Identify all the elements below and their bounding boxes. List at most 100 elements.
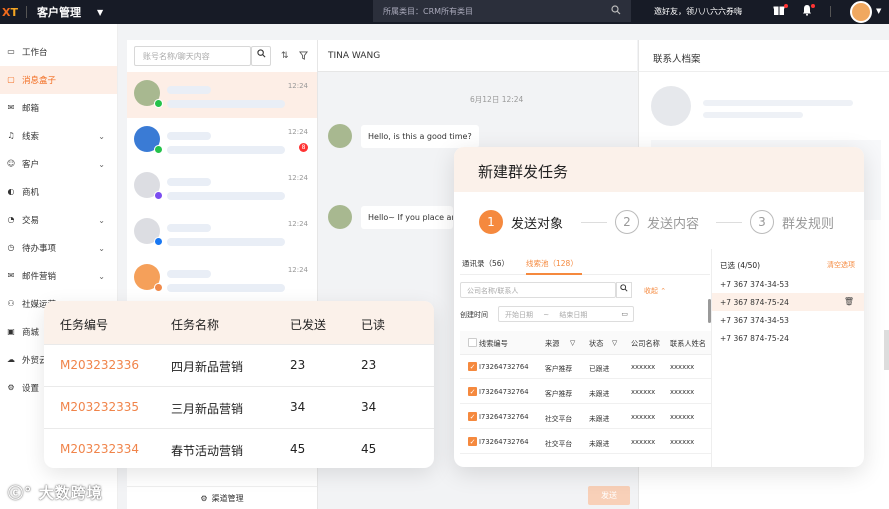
company-contact-filter-input[interactable]: 公司名称/联系人 [460,282,616,298]
invite-link[interactable]: 邀好友，领八八六六券嗨 [654,6,742,17]
select-all-checkbox[interactable] [468,338,477,347]
task-id[interactable]: M203232335 [60,400,139,414]
clue-table-header: 线索编号 来源 ▽ 状态 ▽ 公司名称 联系人姓名 [460,331,712,355]
chevron-down-icon[interactable]: ⌄ [98,216,105,225]
search-icon [620,284,628,292]
chat-list-item[interactable]: 12:24 [127,72,317,118]
search-icon [256,49,265,58]
table-row[interactable]: ✓ I73264732764 客户推荐 未跟进 xxxxxx xxxxxx [460,380,712,404]
channel-management-button[interactable]: ⚙ 渠道管理 [127,486,317,509]
task-id[interactable]: M203232334 [60,442,139,456]
table-row[interactable]: ✓ I73264732764 社交平台 未跟进 xxxxxx xxxxxx [460,430,712,454]
app-switcher-caret-icon[interactable]: ▼ [97,8,103,17]
selected-item[interactable]: +7 367 874-75-24 🗑 [712,293,864,311]
column-header: 联系人姓名 [670,339,706,348]
chevron-down-icon[interactable]: ⌄ [98,272,105,281]
modal-header: 新建群发任务 [454,147,864,192]
table-row[interactable]: M203232334 春节活动营销 45 45 [44,428,434,468]
message-bubble: Hello~ If you place an order [361,206,453,229]
sidebar-item[interactable]: ♫ 线索 ⌄ [0,122,117,150]
deal-icon: ◔ [7,215,15,224]
app-logo[interactable]: XT [2,6,18,19]
step-2-indicator[interactable]: 2 [615,210,639,234]
watermark-text: 大数跨境 [38,484,103,502]
calendar-icon: ▭ [621,310,628,318]
start-date-placeholder[interactable]: 开始日期 [505,311,533,319]
task-id[interactable]: M203232336 [60,358,139,372]
tab-clue-pool[interactable]: 线索池（128） [526,258,578,269]
contact-avatar[interactable] [328,124,352,148]
filter-search-button[interactable] [616,282,632,298]
tab-contacts[interactable]: 通讯录（56） [462,258,509,269]
user-menu-caret-icon[interactable]: ▼ [876,7,881,15]
cell-status: 未跟进 [589,390,610,398]
step-2-label[interactable]: 发送内容 [647,213,699,232]
end-date-placeholder[interactable]: 结束日期 [559,311,587,319]
table-row[interactable]: ✓ I73264732764 社交平台 未跟进 xxxxxx xxxxxx [460,405,712,429]
sidebar-item[interactable]: ✉ 邮箱 [0,94,117,122]
chevron-down-icon[interactable]: ⌄ [98,244,105,253]
cell-id: I73264732764 [479,388,529,396]
date-range-separator: ~ [543,311,550,319]
sidebar-item[interactable]: ◷ 待办事项 ⌄ [0,234,117,262]
step-1-indicator[interactable]: 1 [479,210,503,234]
table-row[interactable]: ✓ I73264732764 客户推荐 已跟进 xxxxxx xxxxxx [460,355,712,379]
todo-icon: ◷ [7,243,15,252]
sidebar-item[interactable]: ✉ 邮件营销 ⌄ [0,262,117,290]
sidebar-item[interactable]: ☺ 客户 ⌄ [0,150,117,178]
selected-item[interactable]: +7 367 374-34-53 [712,311,864,329]
chat-list-item[interactable]: 12:24 [127,256,317,302]
column-header: 公司名称 [631,339,660,348]
selected-item[interactable]: +7 367 374-34-53 [712,275,864,293]
trash-icon[interactable]: 🗑 [844,297,854,306]
sidebar-item[interactable]: ▢ 消息盒子 [0,66,117,94]
filter-icon[interactable]: ▽ [570,339,575,347]
selected-item[interactable]: +7 367 874-75-24 [712,329,864,347]
filter-icon[interactable]: ▽ [612,339,617,347]
sidebar-item[interactable]: ▭ 工作台 [0,38,117,66]
filter-icon[interactable] [299,51,308,63]
sidebar-item-label: 邮箱 [22,104,40,114]
clear-selection-link[interactable]: 清空选项 [827,260,855,270]
search-icon[interactable] [611,5,621,17]
modal-title: 新建群发任务 [478,163,569,181]
cell-source: 客户推荐 [545,390,573,398]
table-row[interactable]: M203232336 四月新品营销 23 23 [44,344,434,386]
sidebar-item[interactable]: ◐ 商机 [0,178,117,206]
broadcast-task-table: 任务编号 任务名称 已发送 已读 M203232336 四月新品营销 23 23… [44,301,434,468]
collapse-filter-link[interactable]: 收起 ⌃ [644,286,666,296]
chat-list-item[interactable]: 12:24 [127,210,317,256]
category-search-input[interactable]: 所属类目：CRM所有类目 [373,0,631,22]
app-title[interactable]: 客户管理 [37,4,81,20]
sort-icon[interactable]: ⇅ [281,51,289,61]
side-tab[interactable] [884,330,889,370]
send-button[interactable]: 发送 [588,486,630,505]
row-checkbox[interactable]: ✓ [468,362,477,371]
cell-company: xxxxxx [631,363,656,371]
contact-avatar[interactable] [328,205,352,229]
chevron-down-icon[interactable]: ⌄ [98,132,105,141]
row-checkbox[interactable]: ✓ [468,387,477,396]
watermark: ⓒ° 大数跨境 [8,482,103,503]
row-checkbox[interactable]: ✓ [468,412,477,421]
step-3-label[interactable]: 群发规则 [782,213,834,232]
divider [830,6,831,17]
chat-list-item[interactable]: 12:24 [127,164,317,210]
date-range-picker[interactable]: 开始日期 ~ 结束日期 ▭ [498,306,634,322]
chat-time: 12:24 [287,82,308,90]
row-checkbox[interactable]: ✓ [468,437,477,446]
scrollbar[interactable] [708,299,711,323]
chat-time: 12:24 [287,128,308,136]
chat-search-button[interactable] [251,46,271,66]
chevron-down-icon[interactable]: ⌄ [98,160,105,169]
channel-management-label: 渠道管理 [211,493,244,503]
chat-list-item[interactable]: 12:24 8 [127,118,317,164]
chat-search-input[interactable]: 账号名称/聊天内容 [134,46,251,66]
sidebar-item[interactable]: ◔ 交易 ⌄ [0,206,117,234]
step-3-indicator[interactable]: 3 [750,210,774,234]
name-placeholder [167,270,211,278]
cell-contact: xxxxxx [670,413,695,421]
step-1-label[interactable]: 发送对象 [511,213,563,232]
table-row[interactable]: M203232335 三月新品营销 34 34 [44,386,434,428]
user-avatar[interactable] [850,1,872,23]
